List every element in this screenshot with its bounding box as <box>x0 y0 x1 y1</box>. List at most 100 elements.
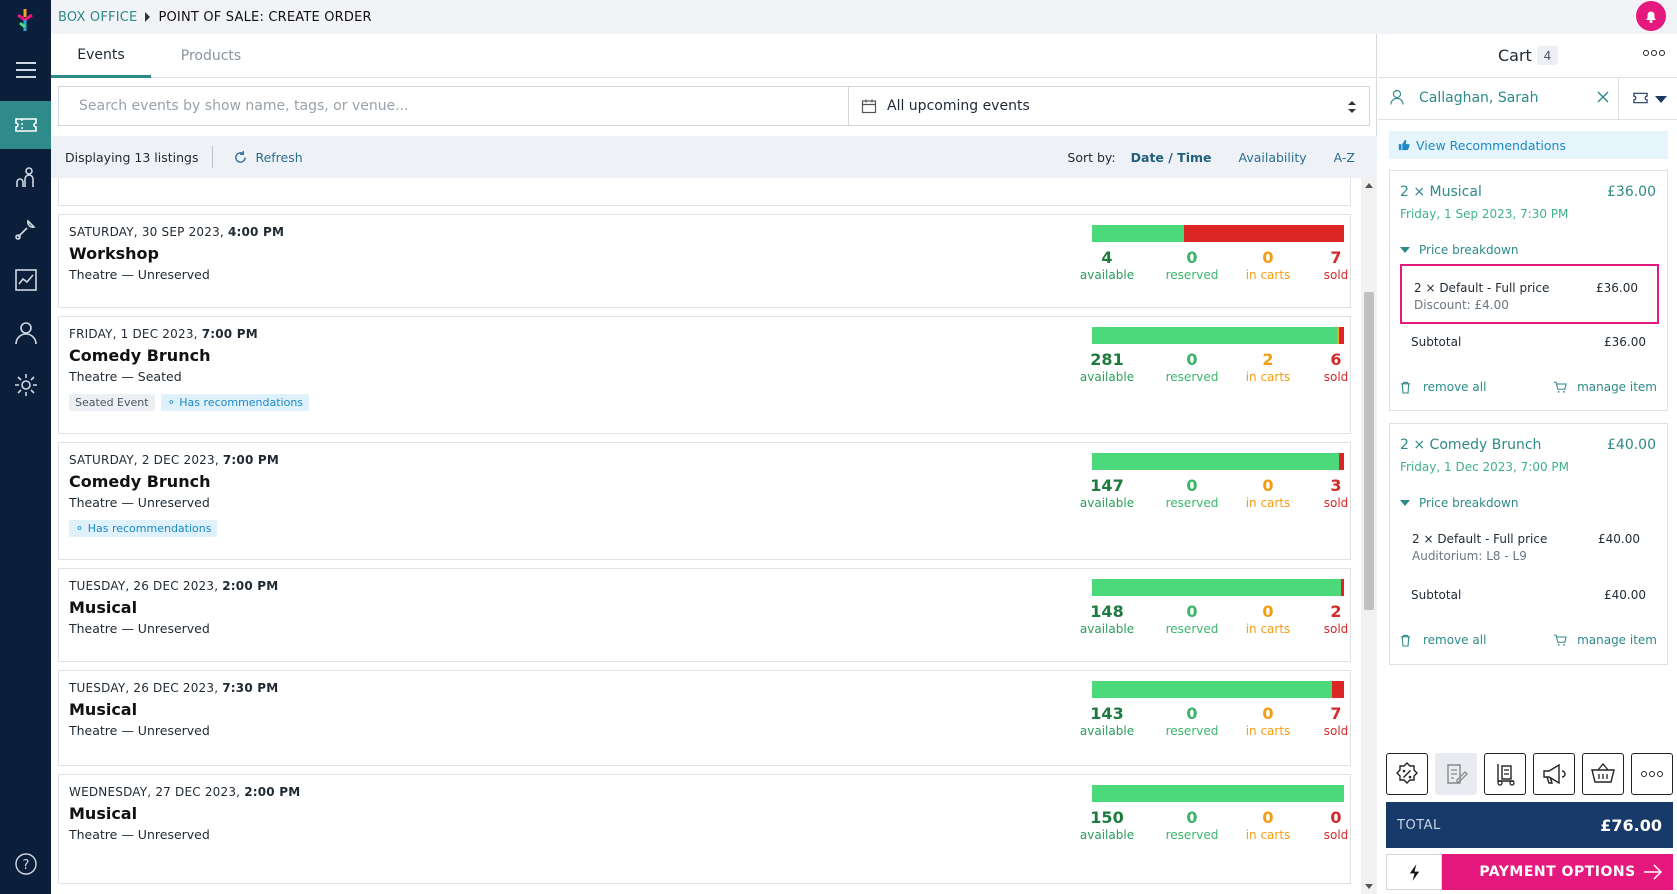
date-filter-select[interactable]: All upcoming events <box>849 87 1369 125</box>
event-search-input[interactable] <box>59 87 849 125</box>
available-count: 148 <box>1090 602 1124 621</box>
notes-edit-icon[interactable] <box>1435 753 1477 795</box>
payment-options-button[interactable]: PAYMENT OPTIONS <box>1442 854 1673 890</box>
event-card[interactable]: TUESDAY, 26 DEC 2023, 2:00 PM Musical Th… <box>58 568 1351 662</box>
cart-title: Cart <box>1498 46 1532 65</box>
delivery-trolley-icon[interactable] <box>1484 753 1526 795</box>
available-count: 281 <box>1090 350 1124 369</box>
in-carts-count: 0 <box>1262 248 1274 267</box>
reports-icon[interactable] <box>0 256 51 304</box>
event-card[interactable]: FRIDAY, 1 DEC 2023, 7:00 PM Comedy Brunc… <box>58 316 1351 434</box>
price-line-detail: Discount: £4.00 <box>1414 298 1509 312</box>
tab-products[interactable]: Products <box>166 34 256 78</box>
price-breakdown-toggle[interactable]: Price breakdown <box>1400 243 1518 257</box>
in-carts-count: 0 <box>1262 808 1274 827</box>
customer-name[interactable]: Callaghan, Sarah <box>1419 90 1539 106</box>
breadcrumb-section[interactable]: BOX OFFICE <box>58 10 137 25</box>
list-scrollbar[interactable] <box>1361 178 1377 894</box>
event-card[interactable]: WEDNESDAY, 27 DEC 2023, 2:00 PM Musical … <box>58 774 1351 884</box>
reserved-count: 0 <box>1186 808 1198 827</box>
help-icon[interactable]: ? <box>0 840 51 888</box>
event-card[interactable]: TUESDAY, 26 DEC 2023, 7:30 PM Musical Th… <box>58 670 1351 766</box>
sort-a-z[interactable]: A-Z <box>1334 150 1355 165</box>
listing-count: Displaying 13 listings <box>65 149 199 165</box>
price-line-amount: £40.00 <box>1598 532 1640 546</box>
trash-icon <box>1400 634 1411 647</box>
people-icon[interactable] <box>0 154 51 202</box>
discount-badge-icon[interactable] <box>1386 753 1428 795</box>
cart-header: Cart 4 <box>1378 34 1677 78</box>
in-carts-count: 0 <box>1262 704 1274 723</box>
cart-item-title[interactable]: 2 × Comedy Brunch <box>1400 437 1541 453</box>
svg-text:?: ? <box>22 858 29 873</box>
cart-item-date: Friday, 1 Sep 2023, 7:30 PM <box>1400 207 1569 221</box>
ticket-type-icon[interactable] <box>1633 91 1648 105</box>
app-logo[interactable] <box>14 8 36 32</box>
divider <box>1618 78 1619 120</box>
price-line[interactable]: 2 × Default - Full price £40.00 Auditori… <box>1400 517 1659 577</box>
payment-row: PAYMENT OPTIONS <box>1386 854 1673 894</box>
events-panel: Events Products All upcoming events Disp… <box>51 34 1377 894</box>
cart-panel: Cart 4 Callaghan, Sarah View Recommendat… <box>1378 34 1677 894</box>
chevron-down-icon[interactable] <box>1655 96 1667 103</box>
tab-bar: Events Products <box>51 34 1377 78</box>
tab-events[interactable]: Events <box>51 34 151 78</box>
price-breakdown-toggle[interactable]: Price breakdown <box>1400 496 1518 510</box>
cart-icon <box>1553 634 1567 646</box>
notifications-bell-icon[interactable] <box>1636 1 1666 31</box>
tag-has-recommendations: ⚬ Has recommendations <box>69 520 218 537</box>
menu-icon[interactable] <box>0 46 51 94</box>
reserved-count: 0 <box>1186 476 1198 495</box>
sold-count: 3 <box>1330 476 1342 495</box>
remove-all-button[interactable]: remove all <box>1400 380 1486 394</box>
event-name: Comedy Brunch <box>69 472 211 491</box>
wrench-icon[interactable] <box>0 205 51 253</box>
manage-item-button[interactable]: manage item <box>1553 633 1657 647</box>
remove-all-button[interactable]: remove all <box>1400 633 1486 647</box>
sold-count: 7 <box>1330 248 1342 267</box>
cart-item-title[interactable]: 2 × Musical <box>1400 184 1482 200</box>
manage-item-button[interactable]: manage item <box>1553 380 1657 394</box>
price-line-name: 2 × Default - Full price <box>1412 532 1548 546</box>
view-recommendations-button[interactable]: View Recommendations <box>1389 131 1668 159</box>
quick-pay-lightning-icon[interactable] <box>1386 854 1442 890</box>
settings-gear-icon[interactable] <box>0 361 51 409</box>
event-card[interactable]: SATURDAY, 30 SEP 2023, 4:00 PM Workshop … <box>58 214 1351 308</box>
availability-bar <box>1092 785 1344 802</box>
breadcrumb-separator-icon <box>145 12 151 22</box>
more-options-icon[interactable] <box>1631 753 1673 795</box>
scroll-up-icon[interactable] <box>1365 183 1373 188</box>
availability-stats: 143 available 0 reserved 0 in carts 7 sold <box>1080 704 1348 744</box>
event-tags: Seated Event ⚬ Has recommendations <box>69 394 310 411</box>
sort-date-time[interactable]: Date / Time <box>1131 150 1212 165</box>
refresh-icon <box>235 150 247 163</box>
sold-count: 0 <box>1330 808 1342 827</box>
scroll-thumb[interactable] <box>1364 292 1374 610</box>
cart-more-icon[interactable] <box>1643 50 1665 56</box>
event-card-partial[interactable] <box>58 178 1351 206</box>
sold-count: 7 <box>1330 704 1342 723</box>
trash-icon <box>1400 381 1411 394</box>
sort-controls: Sort by: Date / Time Availability A-Z <box>1067 136 1355 178</box>
cart-item-price: £40.00 <box>1607 437 1656 453</box>
total-label: TOTAL <box>1397 817 1441 833</box>
sold-count: 2 <box>1330 602 1342 621</box>
event-name: Musical <box>69 598 138 617</box>
remove-customer-close-icon[interactable] <box>1596 90 1610 104</box>
price-line-highlighted[interactable]: 2 × Default - Full price £36.00 Discount… <box>1400 264 1659 324</box>
refresh-button[interactable]: Refresh <box>233 150 303 165</box>
event-card[interactable]: SATURDAY, 2 DEC 2023, 7:00 PM Comedy Bru… <box>58 442 1351 560</box>
box-office-ticket-icon[interactable] <box>0 101 51 149</box>
cart-item-date: Friday, 1 Dec 2023, 7:00 PM <box>1400 460 1570 474</box>
page-title: POINT OF SALE: CREATE ORDER <box>158 9 372 25</box>
price-line-detail: Auditorium: L8 - L9 <box>1412 549 1527 563</box>
sort-availability[interactable]: Availability <box>1239 150 1307 165</box>
event-venue: Theatre — Unreserved <box>69 267 210 282</box>
shopping-basket-icon[interactable] <box>1582 753 1624 795</box>
search-row: All upcoming events <box>58 86 1370 126</box>
availability-stats: 150 available 0 reserved 0 in carts 0 sold <box>1080 808 1348 848</box>
scroll-down-icon[interactable] <box>1365 884 1373 889</box>
megaphone-icon[interactable] <box>1533 753 1575 795</box>
listing-toolbar: Displaying 13 listings Refresh Sort by: … <box>51 136 1377 178</box>
user-icon[interactable] <box>0 309 51 357</box>
